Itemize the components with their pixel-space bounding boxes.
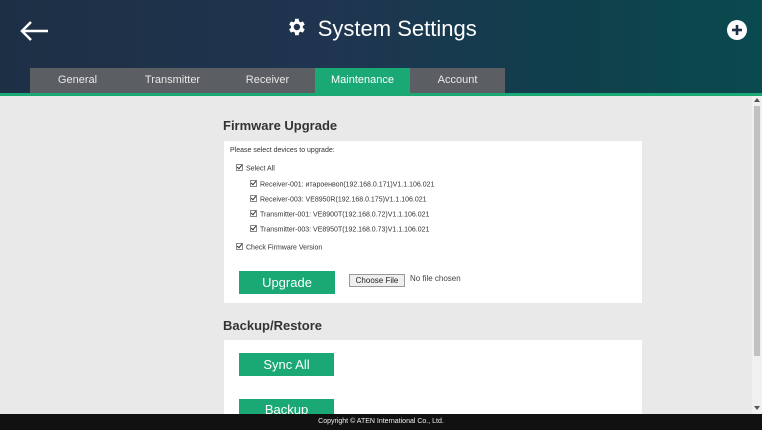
- page-title: System Settings: [317, 16, 477, 41]
- tab-maintenance[interactable]: Maintenance: [315, 68, 410, 93]
- footer-copyright: Copyright © ATEN International Co., Ltd.: [0, 414, 762, 430]
- device-row: Receiver-003: VE8950R(192.168.0.175)V1.1…: [250, 195, 427, 204]
- check-version-row: Check Firmware Version: [236, 243, 323, 252]
- device-checkbox[interactable]: [250, 225, 257, 232]
- page-title-group: System Settings: [0, 16, 762, 42]
- backup-restore-title: Backup/Restore: [223, 318, 322, 333]
- device-checkbox[interactable]: [250, 195, 257, 202]
- backup-button[interactable]: Backup: [239, 399, 334, 414]
- app-header: System Settings General Transmitter Rece…: [0, 0, 762, 93]
- tab-transmitter[interactable]: Transmitter: [125, 68, 220, 93]
- select-all-row: Select All: [236, 164, 275, 173]
- firmware-upgrade-title: Firmware Upgrade: [223, 118, 338, 133]
- main-content: Firmware Upgrade Please select devices t…: [0, 96, 762, 414]
- device-checkbox[interactable]: [250, 180, 257, 187]
- scroll-up-arrow-icon[interactable]: [754, 98, 760, 102]
- device-checkbox[interactable]: [250, 210, 257, 217]
- device-label: Transmitter-003: VE8950T(192.168.0.73)V1…: [260, 226, 430, 234]
- tab-general[interactable]: General: [30, 68, 125, 93]
- tab-receiver[interactable]: Receiver: [220, 68, 315, 93]
- check-version-label: Check Firmware Version: [246, 244, 323, 252]
- choose-file-button[interactable]: Choose File: [349, 274, 405, 287]
- device-row: Transmitter-003: VE8950T(192.168.0.73)V1…: [250, 225, 430, 234]
- device-label: Receiver-001: итароенвоп(192.168.0.171)V…: [260, 181, 435, 189]
- vertical-scrollbar[interactable]: [752, 96, 762, 414]
- scroll-down-arrow-icon[interactable]: [754, 406, 760, 410]
- plus-circle-icon[interactable]: [726, 19, 748, 41]
- device-select-prompt: Please select devices to upgrade:: [230, 147, 335, 154]
- backup-restore-panel: Sync All Backup: [224, 340, 642, 414]
- gear-icon: [289, 18, 306, 36]
- check-version-checkbox[interactable]: [236, 243, 243, 250]
- file-status-text: No file chosen: [410, 274, 461, 283]
- device-row: Receiver-001: итароенвоп(192.168.0.171)V…: [250, 180, 435, 189]
- tab-bar: General Transmitter Receiver Maintenance…: [30, 68, 505, 93]
- device-row: Transmitter-001: VE8900T(192.168.0.72)V1…: [250, 210, 430, 219]
- firmware-upgrade-panel: Please select devices to upgrade: Select…: [224, 141, 642, 303]
- device-label: Receiver-003: VE8950R(192.168.0.175)V1.1…: [260, 196, 427, 204]
- select-all-label: Select All: [246, 165, 275, 173]
- tab-account[interactable]: Account: [410, 68, 505, 93]
- upgrade-button[interactable]: Upgrade: [239, 271, 335, 294]
- scroll-thumb[interactable]: [754, 106, 760, 356]
- sync-all-button[interactable]: Sync All: [239, 353, 334, 376]
- device-label: Transmitter-001: VE8900T(192.168.0.72)V1…: [260, 211, 430, 219]
- select-all-checkbox[interactable]: [236, 164, 243, 171]
